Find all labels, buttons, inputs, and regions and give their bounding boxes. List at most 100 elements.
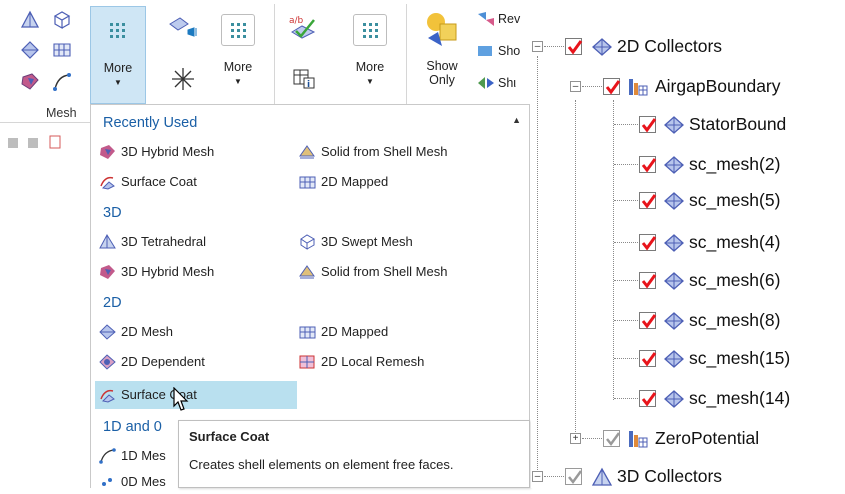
scroll-up-icon[interactable]: ▲ xyxy=(512,115,521,125)
chevron-down-icon: ▼ xyxy=(366,77,374,86)
show-hide-icon[interactable] xyxy=(476,74,496,92)
checkbox-checked[interactable] xyxy=(639,156,657,173)
tree-node-label: sc_mesh(4) xyxy=(689,232,781,252)
menu-item-label: 3D Swept Mesh xyxy=(321,234,413,249)
checkbox-checked-dimmed[interactable] xyxy=(565,468,583,485)
tree-node-child[interactable]: sc_mesh(4) xyxy=(531,224,845,260)
extrude-icon[interactable] xyxy=(166,14,202,42)
menu-item-0d-mesh[interactable]: 0D Mes xyxy=(95,469,166,489)
dependent-2d-icon xyxy=(99,354,116,370)
mesh-2d-icon xyxy=(664,312,684,330)
menu-item-solid-from-shell[interactable]: Solid from Shell Mesh xyxy=(295,259,447,285)
tree-line xyxy=(614,242,638,243)
menu-item-3d-swept-mesh[interactable]: 3D Swept Mesh xyxy=(295,229,413,255)
mesh-2d-icon xyxy=(592,38,612,56)
menu-item-label: 1D Mes xyxy=(121,448,166,463)
tree-node-child[interactable]: sc_mesh(6) xyxy=(531,262,845,298)
menu-item-3d-tetrahedral[interactable]: 3D Tetrahedral xyxy=(95,229,206,255)
tree-node-airgap-boundary[interactable]: – AirgapBoundary xyxy=(531,68,845,104)
checkbox-checked[interactable] xyxy=(639,192,657,209)
tree-node-child[interactable]: StatorBound xyxy=(531,106,845,142)
checkbox-checked[interactable] xyxy=(603,78,621,95)
menu-item-1d-mesh[interactable]: 1D Mes xyxy=(95,443,166,469)
mouse-cursor-icon xyxy=(173,387,189,411)
menu-item-label: 3D Tetrahedral xyxy=(121,234,207,249)
menu-item-2d-local-remesh[interactable]: 2D Local Remesh xyxy=(295,349,424,375)
menu-item-label: 0D Mes xyxy=(121,474,166,489)
table-icon[interactable]: i xyxy=(292,66,316,90)
checkbox-checked[interactable] xyxy=(639,116,657,133)
more-button-2[interactable]: More ▼ xyxy=(210,6,266,104)
mapped-2d-icon[interactable] xyxy=(52,40,72,60)
more-button-3[interactable]: More ▼ xyxy=(342,6,398,104)
menu-item-3d-hybrid-mesh[interactable]: 3D Hybrid Mesh xyxy=(95,139,214,165)
tree-node-label: sc_mesh(6) xyxy=(689,270,781,290)
tree-node-child[interactable]: sc_mesh(5) xyxy=(531,182,845,218)
expand-icon[interactable]: + xyxy=(570,433,581,444)
tree-node-child[interactable]: sc_mesh(15) xyxy=(531,340,845,376)
mesh-2d-icon[interactable] xyxy=(20,40,40,60)
collapse-icon[interactable]: – xyxy=(532,471,543,482)
svg-text:a/b: a/b xyxy=(289,16,304,26)
mapped-2d-icon xyxy=(299,326,316,339)
menu-item-2d-mesh[interactable]: 2D Mesh xyxy=(95,319,173,345)
tree-node-child[interactable]: sc_mesh(8) xyxy=(531,302,845,338)
mapped-2d-icon xyxy=(299,176,316,189)
tree-node-zero-potential[interactable]: + ZeroPotential xyxy=(531,420,845,456)
tooltip-surface-coat: Surface Coat Creates shell elements on e… xyxy=(178,420,530,488)
tetrahedral-icon xyxy=(591,467,613,486)
tetrahedral-icon xyxy=(99,234,116,249)
toolbar-icons xyxy=(8,135,61,149)
checkbox-checked[interactable] xyxy=(639,272,657,289)
swept-mesh-icon xyxy=(300,234,316,250)
menu-item-2d-mapped[interactable]: 2D Mapped xyxy=(295,169,388,195)
collapse-icon[interactable]: – xyxy=(570,81,581,92)
checkbox-checked-dimmed[interactable] xyxy=(603,430,621,447)
section-recently-used: Recently Used xyxy=(103,115,198,131)
hybrid-mesh-icon xyxy=(100,145,115,159)
tree-node-3d-collectors[interactable]: – 3D Collectors xyxy=(531,458,845,494)
section-2d: 2D xyxy=(103,295,122,311)
ribbon-separator xyxy=(406,4,407,116)
spider-icon[interactable] xyxy=(170,66,196,92)
tree-node-child[interactable]: sc_mesh(14) xyxy=(531,380,845,416)
checkbox-checked[interactable] xyxy=(639,234,657,251)
menu-item-label: 3D Hybrid Mesh xyxy=(121,264,215,279)
tree-node-child[interactable]: sc_mesh(2) xyxy=(531,146,845,182)
show-icon[interactable] xyxy=(476,42,496,60)
more-label: More xyxy=(355,60,385,74)
tree-node-label: sc_mesh(5) xyxy=(689,190,781,210)
show-only-icon xyxy=(427,13,457,46)
menu-item-label: Surface Coat xyxy=(121,174,197,189)
menu-item-surface-coat[interactable]: Surface Coat xyxy=(95,169,197,195)
section-3d: 3D xyxy=(103,205,122,221)
menu-item-2d-dependent[interactable]: 2D Dependent xyxy=(95,349,205,375)
tree-line xyxy=(614,280,638,281)
show-only-button[interactable]: Show Only xyxy=(412,8,472,100)
menu-item-surface-coat-hovered[interactable]: Surface Coat xyxy=(95,381,297,409)
swept-mesh-icon[interactable] xyxy=(52,10,72,30)
reverse-icon[interactable] xyxy=(476,10,496,28)
menu-item-2d-mapped[interactable]: 2D Mapped xyxy=(295,319,388,345)
hybrid-mesh-icon[interactable] xyxy=(20,72,40,92)
menu-item-3d-hybrid-mesh[interactable]: 3D Hybrid Mesh xyxy=(95,259,214,285)
section-1d-0d: 1D and 0 xyxy=(103,419,162,435)
collapse-icon[interactable]: – xyxy=(532,41,543,52)
checkbox-checked[interactable] xyxy=(565,38,583,55)
solid-from-shell-icon xyxy=(299,265,315,279)
checkbox-checked[interactable] xyxy=(639,390,657,407)
checkbox-checked[interactable] xyxy=(639,312,657,329)
check-elements-icon[interactable]: a/b xyxy=(288,12,318,42)
menu-item-solid-from-shell[interactable]: Solid from Shell Mesh xyxy=(295,139,447,165)
menu-item-label: 2D Dependent xyxy=(121,354,205,369)
tree-node-2d-collectors[interactable]: – 2D Collectors xyxy=(531,28,845,64)
mesh-1d-icon[interactable] xyxy=(52,72,72,92)
checkbox-checked[interactable] xyxy=(639,350,657,367)
more-mesh-button[interactable]: More ▼ xyxy=(90,6,146,104)
solid-from-shell-icon xyxy=(299,145,315,159)
show-hide-label: Shι xyxy=(498,76,517,90)
mesh-tab-label: Mesh xyxy=(46,106,77,120)
menu-item-label: 2D Mapped xyxy=(321,324,389,339)
tooltip-title: Surface Coat xyxy=(189,429,270,444)
tetra-mesh-icon[interactable] xyxy=(20,10,40,30)
